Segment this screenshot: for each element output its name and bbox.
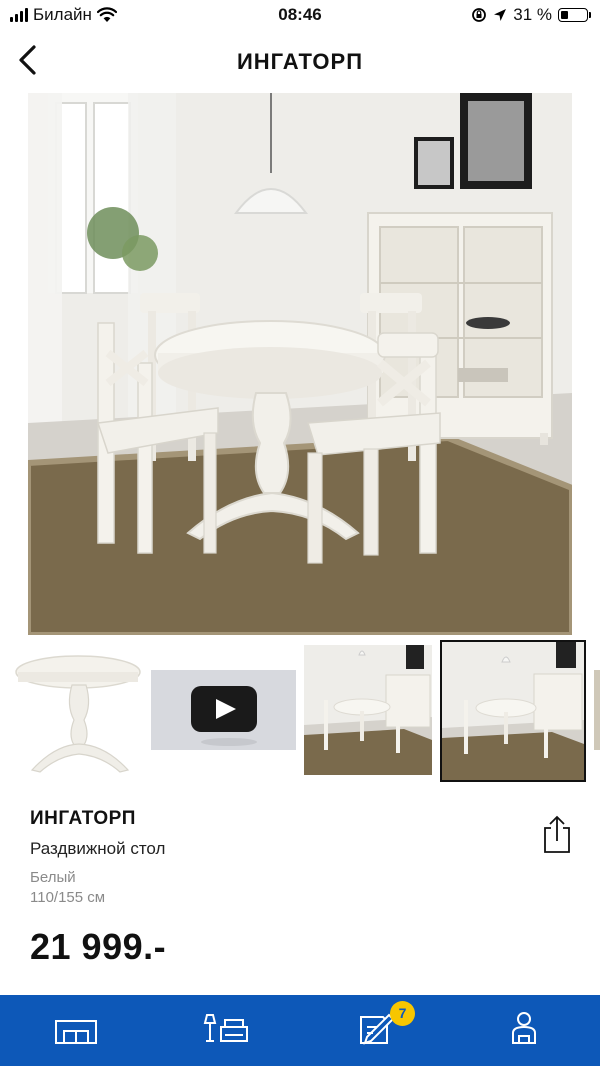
thumbnail-next-partial[interactable] bbox=[594, 670, 600, 750]
thumbnail-room-photo[interactable] bbox=[304, 645, 432, 775]
share-icon bbox=[544, 815, 570, 853]
thumbnail-table-photo[interactable] bbox=[10, 650, 150, 775]
battery-icon bbox=[558, 8, 591, 22]
thumbnail-room-photo-selected[interactable] bbox=[440, 640, 586, 782]
thumbnail-video[interactable] bbox=[151, 670, 296, 750]
shopping-list-badge: 7 bbox=[390, 1001, 415, 1026]
profile-icon bbox=[512, 1012, 536, 1044]
bottom-tab-bar bbox=[0, 995, 600, 1066]
status-right: 31 % bbox=[471, 5, 591, 25]
battery-percent: 31 % bbox=[513, 5, 552, 24]
room-icon bbox=[55, 1020, 97, 1044]
product-price: 21 999.- bbox=[30, 926, 167, 967]
image-thumbnails bbox=[0, 640, 600, 785]
dining-room-photo bbox=[28, 93, 572, 635]
tab-profile[interactable] bbox=[500, 1009, 548, 1049]
page-title: ИНГАТОРП bbox=[236, 49, 364, 74]
tab-products[interactable] bbox=[203, 1009, 251, 1049]
status-bar: Билайн 08:46 31 % bbox=[0, 0, 600, 32]
video-thumbnail-image bbox=[151, 670, 296, 750]
table-product-image bbox=[10, 650, 150, 775]
room-photo-image bbox=[442, 642, 584, 780]
tab-rooms[interactable] bbox=[52, 1009, 100, 1049]
battery-fill bbox=[561, 11, 569, 19]
product-name: ИНГАТОРП bbox=[30, 808, 136, 829]
room-photo-image bbox=[304, 645, 432, 775]
share-button[interactable] bbox=[540, 814, 574, 854]
furniture-icon bbox=[203, 1014, 248, 1042]
product-hero-image[interactable] bbox=[28, 93, 572, 635]
product-type: Раздвижной стол bbox=[30, 839, 166, 858]
location-icon bbox=[494, 9, 507, 21]
orientation-lock-icon bbox=[472, 8, 487, 22]
product-size: 110/155 см bbox=[30, 889, 106, 906]
navigation-bar: ИНГАТОРП bbox=[0, 32, 600, 90]
product-color: Белый bbox=[30, 869, 76, 886]
